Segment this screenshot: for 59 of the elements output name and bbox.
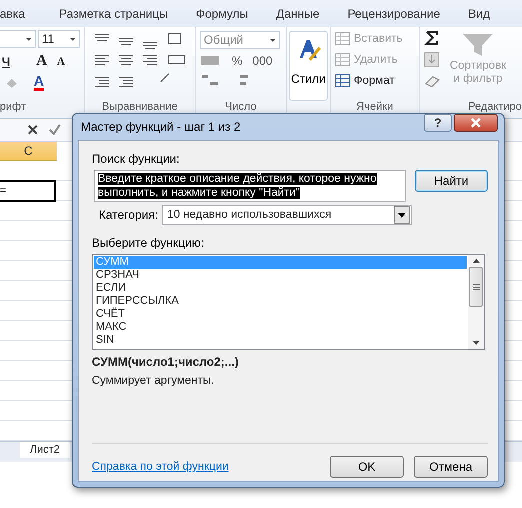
group-label: Выравнивание bbox=[101, 101, 179, 115]
category-label: Категория: bbox=[99, 208, 158, 222]
function-item[interactable]: ГИПЕРССЫЛКА bbox=[94, 295, 467, 308]
shrink-font-button[interactable]: A bbox=[57, 56, 66, 68]
column-header[interactable]: C bbox=[24, 144, 33, 158]
scrollbar[interactable] bbox=[468, 255, 484, 349]
sum-icon[interactable] bbox=[424, 30, 440, 46]
ribbon-tab[interactable]: Разметка страницы bbox=[59, 6, 168, 20]
help-button[interactable]: ? bbox=[424, 114, 452, 132]
table-icon bbox=[335, 32, 351, 46]
function-signature: СУММ(число1;число2;...) bbox=[92, 355, 240, 369]
dialog-button[interactable]: OK bbox=[330, 456, 404, 478]
font-name-field[interactable] bbox=[0, 30, 36, 48]
thousands-button[interactable]: 000 bbox=[252, 54, 273, 68]
table-icon bbox=[335, 53, 351, 67]
fill-down-icon[interactable] bbox=[424, 52, 440, 68]
grip-icon bbox=[472, 284, 480, 290]
ribbon-tab[interactable]: авка bbox=[0, 6, 26, 20]
cancel-icon[interactable] bbox=[26, 123, 40, 137]
search-label: Поиск функции: bbox=[92, 152, 181, 166]
ribbon-tab[interactable]: Вид bbox=[468, 6, 490, 20]
category-dropdown[interactable]: 10 недавно использовавшихся bbox=[162, 205, 412, 225]
font-color-button[interactable]: A bbox=[34, 75, 44, 91]
ribbon-tab[interactable]: Данные bbox=[276, 6, 320, 20]
eraser-icon[interactable] bbox=[424, 74, 442, 88]
help-link[interactable]: Справка по этой функции bbox=[92, 461, 320, 473]
function-item[interactable]: SIN bbox=[94, 334, 467, 347]
function-description: Суммирует аргументы. bbox=[92, 375, 216, 387]
grow-font-button[interactable]: A bbox=[36, 53, 48, 70]
function-item[interactable]: МАКС bbox=[94, 321, 467, 334]
number-format-field[interactable]: Общий bbox=[200, 31, 280, 49]
group-label: Число bbox=[224, 101, 258, 115]
close-button[interactable] bbox=[454, 114, 498, 132]
dropdown-arrow-icon bbox=[398, 212, 406, 218]
group-label: рифт bbox=[0, 101, 28, 115]
group-label: Редактиро bbox=[467, 101, 522, 115]
percent-button[interactable]: % bbox=[232, 54, 243, 68]
scroll-down-icon[interactable] bbox=[472, 341, 480, 345]
styles-button[interactable]: Стили bbox=[289, 31, 328, 101]
dialog-button[interactable]: Отмена bbox=[414, 456, 488, 478]
table-cell[interactable]: = bbox=[0, 180, 56, 202]
cells-command[interactable]: Формат bbox=[335, 72, 415, 90]
function-item[interactable]: СЧЁТ bbox=[94, 308, 467, 321]
check-icon[interactable] bbox=[48, 123, 62, 137]
function-item[interactable]: СРЗНАЧ bbox=[94, 269, 467, 282]
font-size-field[interactable]: 11 bbox=[38, 30, 80, 48]
table-icon bbox=[335, 74, 351, 88]
ribbon-tab[interactable]: Рецензирование bbox=[348, 6, 440, 20]
function-list-label: Выберите функцию: bbox=[92, 236, 206, 250]
group-label: Ячейки bbox=[356, 101, 394, 115]
find-button[interactable]: Найти bbox=[415, 170, 488, 192]
ribbon-tab[interactable]: Формулы bbox=[196, 6, 248, 20]
search-field[interactable]: Введите краткое описание действия, которое нужно выполнить, и нажмите кнопку "Найти" bbox=[94, 170, 406, 202]
window-title: Мастер функций - шаг 1 из 2 bbox=[81, 120, 242, 134]
close-icon bbox=[470, 118, 482, 128]
underline-button[interactable]: Ч bbox=[2, 54, 10, 68]
function-item[interactable]: ЕСЛИ bbox=[94, 282, 467, 295]
scroll-up-icon[interactable] bbox=[472, 259, 480, 263]
sheet-tab[interactable]: Лист2 bbox=[20, 442, 70, 458]
